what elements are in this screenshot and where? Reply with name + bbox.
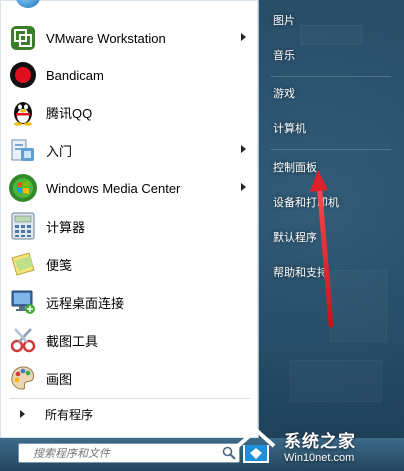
remote-desktop-icon — [8, 287, 38, 317]
program-label: 画图 — [46, 371, 73, 387]
link-default-programs[interactable]: 默认程序 — [273, 227, 317, 249]
qq-penguin-icon — [8, 97, 38, 127]
program-item-getting-started[interactable]: 入门 — [8, 132, 254, 168]
start-menu: VMware Workstation Bandicam 腾讯QQ 入门 Wind… — [0, 0, 404, 471]
vmware-icon — [8, 23, 38, 53]
program-label: 入门 — [46, 143, 73, 159]
program-icon — [16, 0, 40, 8]
watermark-title: 系统之家 — [284, 432, 356, 452]
snipping-tool-icon — [8, 325, 38, 355]
link-help-and-support[interactable]: 帮助和支持 — [273, 262, 328, 284]
expand-arrow-icon — [20, 410, 25, 418]
cutoff-program-item[interactable] — [0, 0, 258, 12]
all-programs-label: 所有程序 — [45, 407, 94, 422]
divider — [271, 76, 391, 77]
watermark-url: Win10net.com — [284, 452, 355, 464]
divider — [271, 149, 391, 150]
calculator-icon — [8, 211, 38, 241]
program-list-panel: VMware Workstation Bandicam 腾讯QQ 入门 Wind… — [0, 0, 259, 438]
all-programs-button[interactable]: 所有程序 — [0, 400, 258, 428]
program-label: Bandicam — [46, 67, 104, 83]
search-input[interactable] — [31, 445, 219, 461]
program-item-bandicam[interactable]: Bandicam — [8, 57, 254, 93]
program-item-snipping-tool[interactable]: 截图工具 — [8, 322, 254, 358]
link-music[interactable]: 音乐 — [273, 45, 295, 67]
program-item-paint[interactable]: 画图 — [8, 360, 254, 396]
paint-icon — [8, 363, 38, 393]
search-box[interactable] — [18, 443, 240, 463]
link-computer[interactable]: 计算机 — [273, 118, 306, 140]
program-label: 便笺 — [46, 257, 73, 273]
getting-started-icon — [8, 135, 38, 165]
submenu-arrow-icon[interactable] — [241, 145, 246, 153]
submenu-arrow-icon[interactable] — [241, 183, 246, 191]
program-label: Windows Media Center — [46, 180, 181, 196]
program-item-media-center[interactable]: Windows Media Center — [8, 170, 254, 206]
link-games[interactable]: 游戏 — [273, 83, 295, 105]
house-logo-icon — [236, 427, 276, 463]
program-item-vmware[interactable]: VMware Workstation — [8, 20, 254, 56]
site-watermark: 系统之家 Win10net.com — [234, 420, 404, 471]
right-links-panel: 图片 音乐 游戏 计算机 控制面板 设备和打印机 默认程序 帮助和支持 — [259, 0, 404, 438]
program-label: 远程桌面连接 — [46, 295, 125, 311]
program-label: 截图工具 — [46, 333, 99, 349]
program-item-sticky-notes[interactable]: 便笺 — [8, 246, 254, 282]
sticky-notes-icon — [8, 249, 38, 279]
submenu-arrow-icon[interactable] — [241, 33, 246, 41]
link-control-panel[interactable]: 控制面板 — [273, 157, 317, 179]
program-item-remote-desktop[interactable]: 远程桌面连接 — [8, 284, 254, 320]
program-label: VMware Workstation — [46, 30, 166, 46]
link-pictures[interactable]: 图片 — [273, 10, 295, 32]
windows-media-center-icon — [8, 173, 38, 203]
program-item-calculator[interactable]: 计算器 — [8, 208, 254, 244]
bandicam-icon — [8, 60, 38, 90]
program-label: 计算器 — [46, 219, 86, 235]
divider — [10, 398, 250, 399]
program-label: 腾讯QQ — [46, 105, 93, 121]
program-item-qq[interactable]: 腾讯QQ — [8, 94, 254, 130]
link-devices-and-printers[interactable]: 设备和打印机 — [273, 192, 339, 214]
